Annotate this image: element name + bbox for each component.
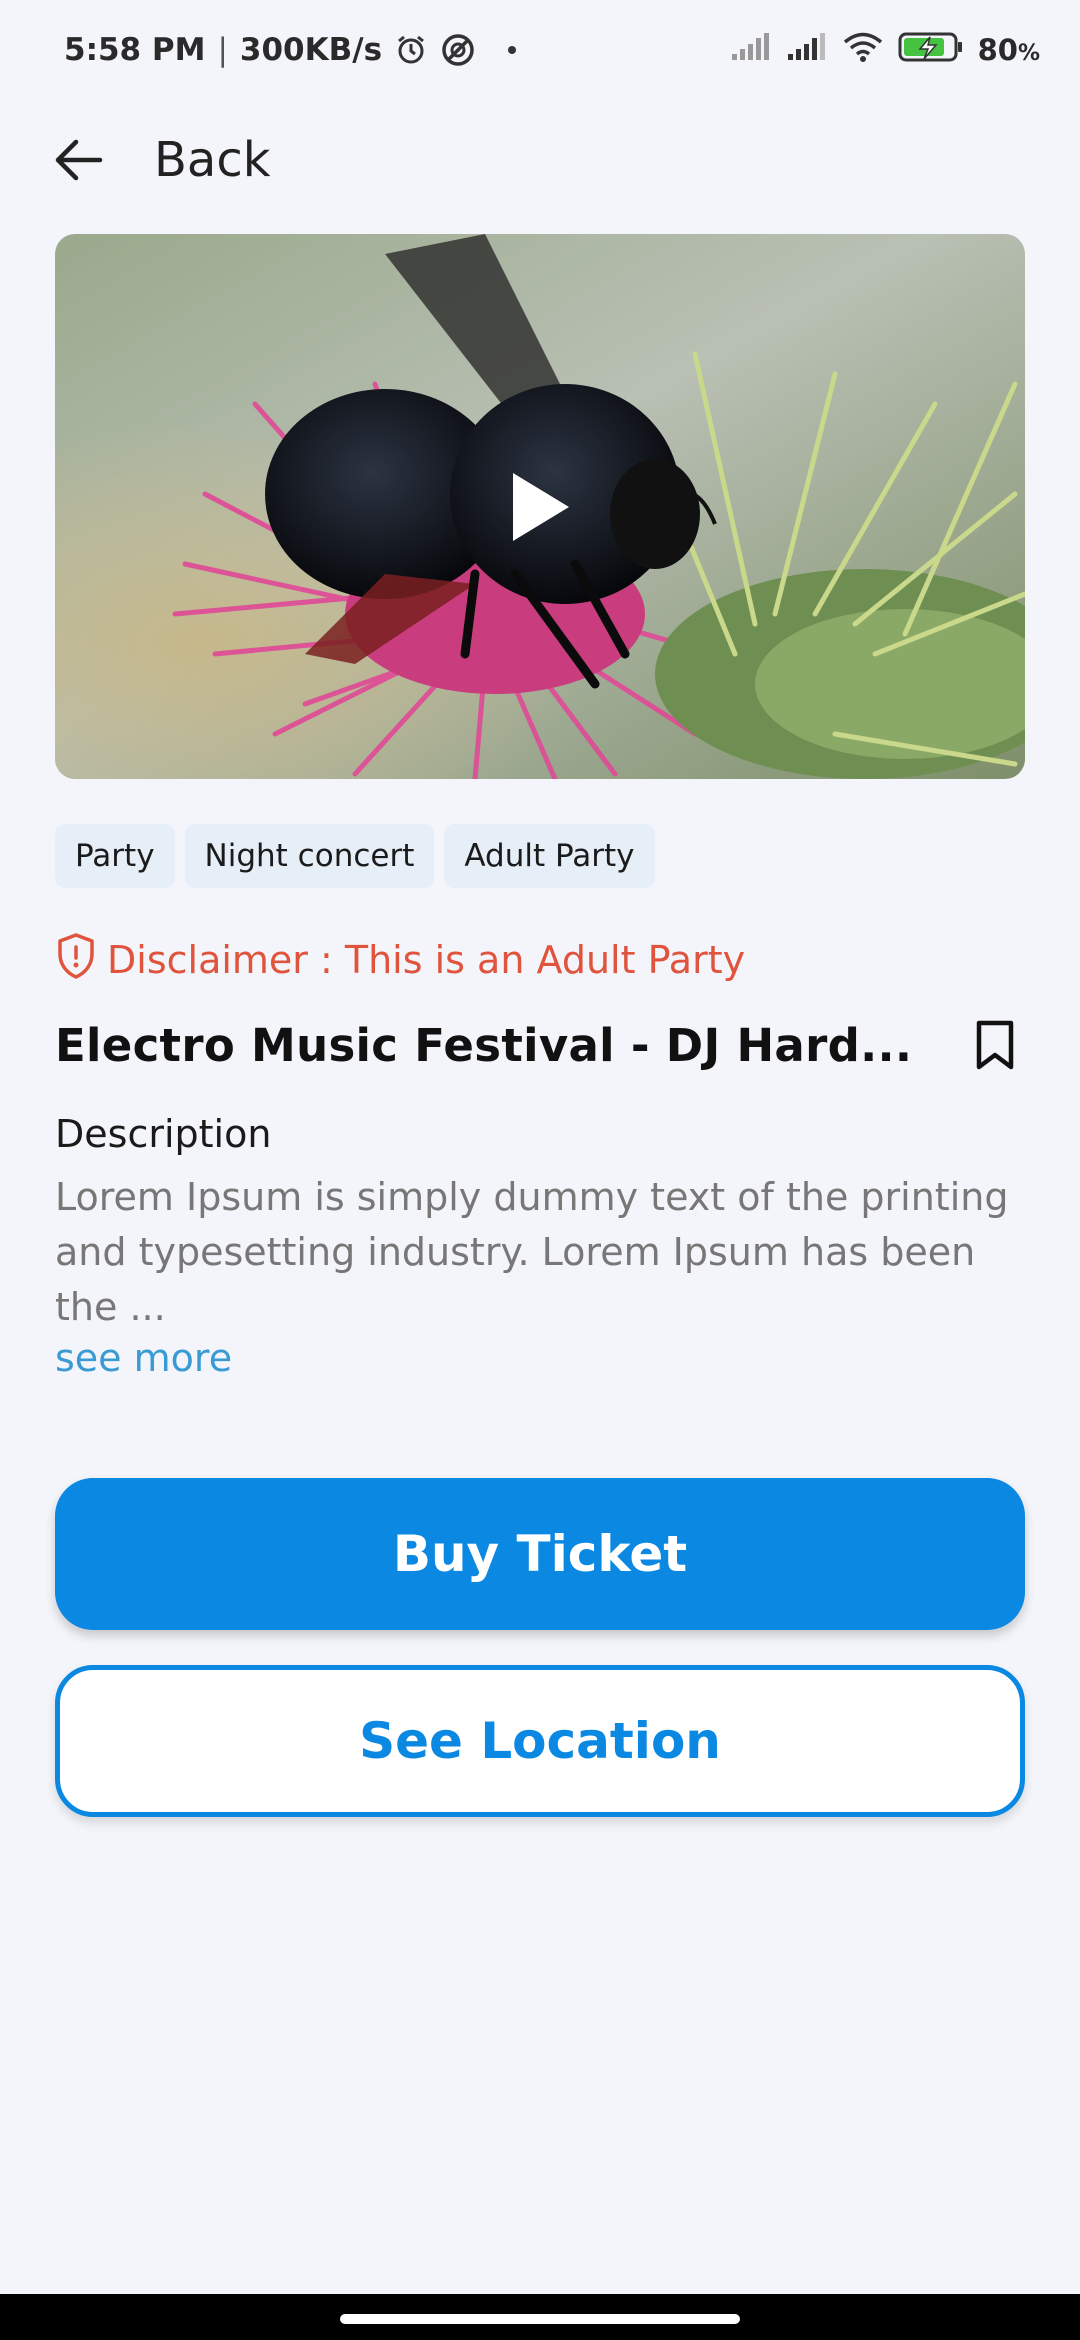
bookmark-icon[interactable] [965,1015,1025,1075]
signal-icon [730,32,772,69]
disclaimer-text: Disclaimer : This is an Adult Party [107,938,746,982]
event-title-row: Electro Music Festival - DJ Hard... [55,1010,1025,1080]
battery-charging-icon [898,31,964,70]
see-location-button[interactable]: See Location [55,1665,1025,1817]
signal-icon [786,32,828,69]
home-indicator[interactable] [340,2314,740,2324]
event-title: Electro Music Festival - DJ Hard... [55,1018,913,1072]
shield-alert-icon [55,932,97,989]
description-body: Lorem Ipsum is simply dummy text of the … [55,1175,1009,1329]
arrow-left-icon[interactable] [48,130,108,190]
tag-chip[interactable]: Night concert [184,824,435,888]
status-right: 80% [730,31,1040,70]
notification-dot-icon [508,46,517,54]
battery-level: 80% [977,33,1040,67]
disclaimer: Disclaimer : This is an Adult Party [55,932,745,988]
back-button-label[interactable]: Back [154,132,271,188]
status-time: 5:58 PM [64,32,206,68]
status-speed: 300KB/s [239,32,383,68]
event-video-thumbnail[interactable] [55,234,1025,779]
app-header: Back [48,120,271,200]
alarm-icon [394,33,428,67]
play-icon[interactable] [480,447,600,567]
tag-chip[interactable]: Party [55,824,175,888]
vpn-icon [440,32,476,68]
event-detail-screen: 5:58 PM | 300KB/s 80% Back Party Night c… [0,0,1080,2340]
description-heading: Description [55,1112,272,1156]
status-left: 5:58 PM | 300KB/s [64,32,517,68]
status-separator: | [217,32,228,68]
status-bar: 5:58 PM | 300KB/s 80% [0,0,1080,100]
see-more-link[interactable]: see more [55,1336,232,1380]
wifi-icon [842,31,884,70]
buy-ticket-button[interactable]: Buy Ticket [55,1478,1025,1630]
tag-chip[interactable]: Adult Party [444,824,655,888]
tag-list: Party Night concert Adult Party [55,824,655,888]
